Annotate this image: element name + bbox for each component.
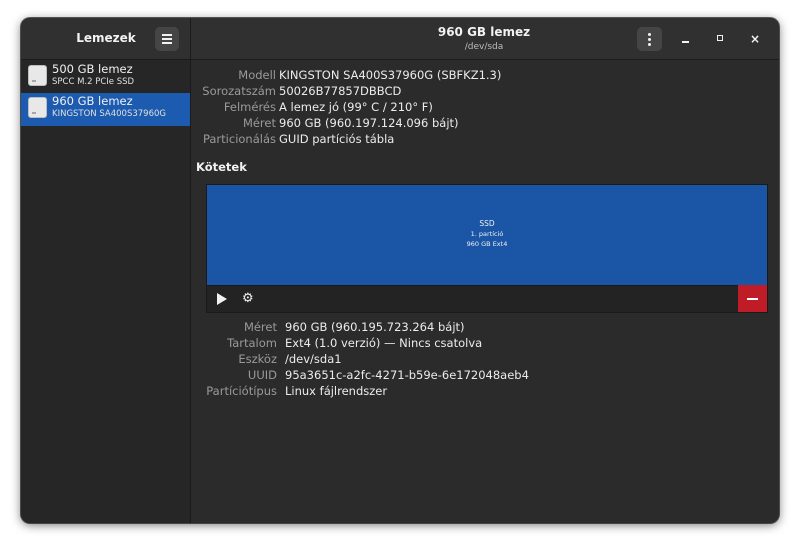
main-header: 960 GB lemez /dev/sda × [191,18,779,60]
sidebar: Lemezek 500 GB lemez SPCC M.2 PCIe SSD 9… [21,18,191,523]
minus-icon [747,298,758,300]
delete-partition-button[interactable] [738,285,767,312]
close-icon: × [749,32,761,46]
partition-number: 1. partíció [470,230,504,238]
partitioning-value: GUID partíciós tábla [279,132,395,146]
disk-item-500gb[interactable]: 500 GB lemez SPCC M.2 PCIe SSD [21,61,190,94]
assessment-label: Felmérés [223,100,276,114]
minimize-button[interactable] [675,28,697,50]
disk-name: 960 GB lemez [52,94,133,108]
partition-type-label: Partíciótípus [206,384,277,398]
disk-model: SPCC M.2 PCIe SSD [52,77,135,87]
partition-name: SSD [479,219,495,228]
contents-label: Tartalom [227,336,277,350]
partition-type-value: Linux fájlrendszer [285,384,388,398]
uuid-label: UUID [247,368,277,382]
volume-size-value: 960 GB (960.195.723.264 bájt) [285,320,465,334]
size-label: Méret [242,116,276,130]
sidebar-header: Lemezek [21,18,190,60]
volumes-heading: Kötetek [196,160,247,174]
drive-icon [28,65,47,86]
page-title: 960 GB lemez [437,25,531,39]
volume-size-label: Méret [243,320,277,334]
serial-label: Sorozatszám [202,84,276,98]
main-menu-button[interactable] [155,27,179,51]
mount-button[interactable] [210,289,232,309]
partition-options-button[interactable]: ⚙ [238,289,260,309]
assessment-value: A lemez jó (99° C / 210° F) [279,100,433,114]
maximize-button[interactable] [710,28,732,50]
close-button[interactable]: × [744,28,766,50]
minimize-icon [682,41,689,43]
maximize-icon [717,35,723,41]
disk-model: KINGSTON SA400S37960G [52,109,166,119]
disks-window: Lemezek 500 GB lemez SPCC M.2 PCIe SSD 9… [21,18,779,523]
volume-map: SSD 1. partíció 960 GB Ext4 ⚙ [206,184,768,313]
contents-value: Ext4 (1.0 verzió) — Nincs csatolva [285,336,483,350]
device-path-subtitle: /dev/sda [464,42,504,52]
gears-icon: ⚙ [242,291,254,306]
model-value: KINGSTON SA400S37960G (SBFKZ1.3) [279,68,502,82]
partition-size: 960 GB Ext4 [466,240,508,248]
partition-block[interactable]: SSD 1. partíció 960 GB Ext4 [207,185,767,286]
model-label: Modell [238,68,276,82]
device-value: /dev/sda1 [285,352,342,366]
size-value: 960 GB (960.197.124.096 bájt) [279,116,459,130]
device-label: Eszköz [238,352,277,366]
drive-options-button[interactable] [637,27,662,51]
disk-item-960gb[interactable]: 960 GB lemez KINGSTON SA400S37960G [21,93,190,126]
partitioning-label: Particionálás [202,132,276,146]
serial-value: 50026B77857DBBCD [279,84,402,98]
disk-name: 500 GB lemez [52,62,133,76]
play-icon [217,293,227,305]
drive-icon [28,97,47,118]
uuid-value: 95a3651c-a2fc-4271-b59e-6e172048aeb4 [285,368,529,382]
